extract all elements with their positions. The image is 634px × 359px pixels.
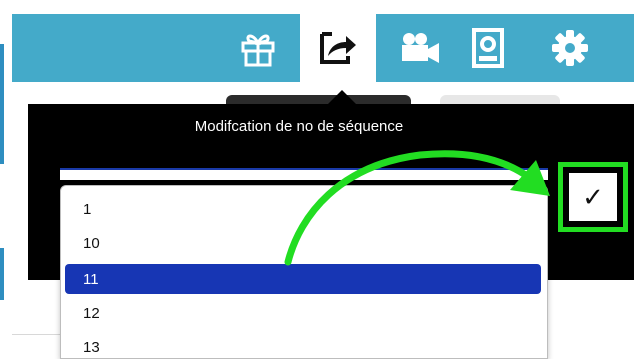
gear-icon [551, 29, 589, 67]
dropdown-option[interactable]: 1 [65, 194, 541, 224]
toolbar-settings-button[interactable] [542, 14, 598, 82]
top-toolbar [12, 14, 634, 82]
popup-title: Modifcation de no de séquence [194, 118, 404, 135]
checkmark-icon: ✓ [582, 181, 604, 212]
sequence-select[interactable] [60, 168, 548, 180]
contact-badge-icon [472, 28, 504, 68]
left-accent-bar [0, 44, 4, 164]
confirm-highlight: ✓ [558, 162, 628, 232]
dropdown-option-label: 13 [83, 338, 100, 356]
dropdown-option-selected[interactable]: 11 [65, 264, 541, 294]
dropdown-option[interactable]: 10 [65, 228, 541, 258]
share-export-icon [318, 30, 358, 66]
gift-icon [239, 29, 277, 67]
left-edge [0, 0, 12, 359]
toolbar-share-button[interactable] [300, 14, 376, 82]
dropdown-option-label: 1 [83, 200, 92, 218]
video-camera-icon [399, 31, 441, 65]
toolbar-gift-button[interactable] [230, 14, 286, 82]
confirm-button[interactable]: ✓ [569, 173, 617, 221]
dropdown-option-label: 11 [83, 270, 99, 288]
sequence-dropdown-list[interactable]: 1 10 11 12 13 [60, 185, 548, 359]
toolbar-video-button[interactable] [392, 14, 448, 82]
toolbar-contact-button[interactable] [462, 14, 514, 82]
left-accent-bar-lower [0, 248, 4, 300]
dropdown-option[interactable]: 12 [65, 298, 541, 328]
dropdown-option-label: 10 [83, 234, 100, 252]
dropdown-option[interactable]: 13 [65, 332, 541, 358]
dropdown-option-label: 12 [83, 304, 100, 322]
